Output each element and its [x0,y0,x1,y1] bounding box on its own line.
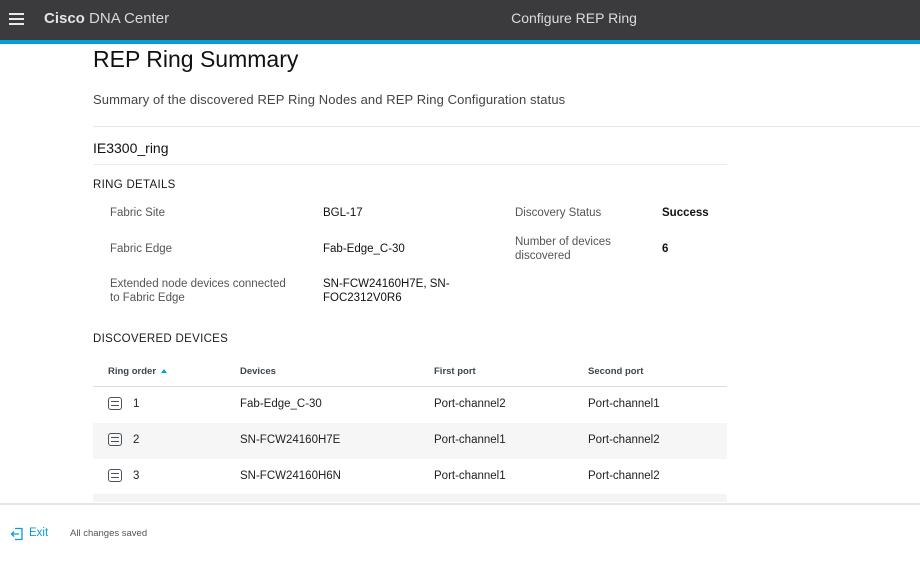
second-port-cell: Port-channel1 [588,398,660,410]
discovery-status-label: Discovery Status [515,207,602,219]
sort-ascending-icon [161,369,168,373]
switch-icon [108,469,122,482]
extended-nodes-value-line2: FOC2312V0R6 [323,292,402,304]
devices-discovered-value: 6 [662,243,669,255]
fabric-site-value: BGL-17 [323,207,363,219]
discovered-devices-title: DISCOVERED DEVICES [93,333,229,345]
second-port-cell: Port-channel2 [588,470,660,482]
column-header-devices[interactable]: Devices [240,366,276,377]
exit-label: Exit [29,527,49,539]
table-row-partial [93,494,727,502]
table-row[interactable]: 1 Fab-Edge_C-30 Port-channel2 Port-chann… [93,387,727,423]
ring-order-cell: 3 [133,470,140,482]
ring-details-title: RING DETAILS [93,179,176,191]
device-cell: Fab-Edge_C-30 [240,398,322,410]
first-port-cell: Port-channel1 [434,470,506,482]
page-subtitle: Summary of the discovered REP Ring Nodes… [93,92,566,107]
exit-icon [10,527,23,541]
switch-icon [108,397,122,410]
workflow-title: Configure REP Ring [511,10,637,26]
page-title: REP Ring Summary [93,46,299,72]
divider [93,126,920,127]
ring-order-cell: 1 [133,398,140,410]
devices-discovered-label: Number of devices discovered [515,235,611,263]
extended-nodes-value-line1: SN-FCW24160H7E, SN- [323,278,450,290]
device-cell: SN-FCW24160H7E [240,434,341,446]
discovery-status-value: Success [662,207,709,219]
ring-order-cell: 2 [133,434,140,446]
devices-discovered-label-line2: discovered [515,250,571,262]
column-header-first-port[interactable]: First port [434,366,476,377]
extended-nodes-label-line1: Extended node devices connected [110,278,286,290]
device-cell: SN-FCW24160H6N [240,470,341,482]
save-status: All changes saved [70,528,148,539]
first-port-cell: Port-channel2 [434,398,506,410]
footer-divider [0,503,920,505]
top-navigation-bar: Cisco DNA Center Configure REP Ring [0,0,920,40]
table-row[interactable]: 2 SN-FCW24160H7E Port-channel1 Port-chan… [93,423,727,459]
fabric-site-label: Fabric Site [110,207,165,219]
fabric-edge-label: Fabric Edge [110,243,173,255]
ring-name: IE3300_ring [93,140,169,156]
column-header-label: Ring order [108,366,157,377]
first-port-cell: Port-channel1 [434,434,506,446]
devices-discovered-label-line1: Number of devices [515,236,611,248]
extended-nodes-label: Extended node devices connected to Fabri… [110,277,286,305]
switch-icon [108,433,122,446]
header-accent-bar [0,40,920,44]
column-header-second-port[interactable]: Second port [588,366,643,377]
divider [93,164,727,165]
extended-nodes-value: SN-FCW24160H7E, SN- FOC2312V0R6 [323,277,450,305]
extended-nodes-label-line2: to Fabric Edge [110,292,185,304]
column-header-ring-order[interactable]: Ring order [108,366,168,377]
second-port-cell: Port-channel2 [588,434,660,446]
fabric-edge-value: Fab-Edge_C-30 [323,243,405,255]
table-row[interactable]: 3 SN-FCW24160H6N Port-channel1 Port-chan… [93,459,727,495]
